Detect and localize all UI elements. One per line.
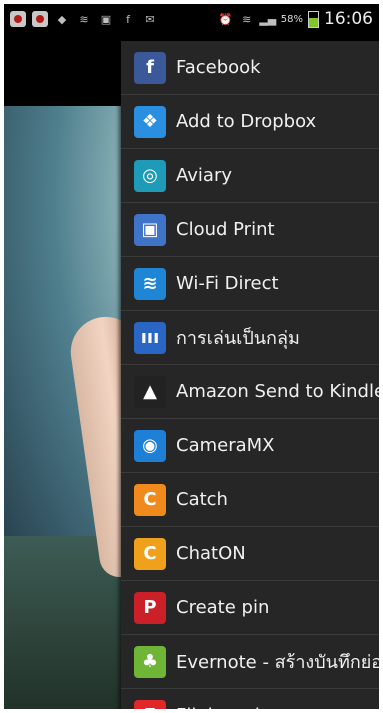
image-icon: ▣	[100, 12, 112, 26]
notification-icons: ◆ ≋ ▣ f ✉	[10, 11, 158, 27]
mail-icon: ✉	[145, 12, 155, 26]
shield-icon: ◆	[57, 12, 67, 26]
share-item-evernote[interactable]: ♣ Evernote - สร้างบันทึกย่อ	[121, 635, 379, 689]
share-item-label: Aviary	[176, 165, 232, 186]
share-item-label: Wi-Fi Direct	[176, 273, 279, 294]
cameramx-icon: ◉	[134, 429, 166, 462]
facebook-notif-icon: f	[126, 12, 130, 26]
share-item-catch[interactable]: C Catch	[121, 473, 379, 527]
share-item-dropbox[interactable]: ❖ Add to Dropbox	[121, 95, 379, 149]
share-item-flipboard[interactable]: F Flipboard	[121, 689, 379, 709]
wifi-icon: ≋	[79, 12, 89, 26]
phone-screen: ◆ ≋ ▣ f ✉ ⏰ ≋ ▂▄ 58% 16:06 f Facebook ❖ Add…	[4, 4, 379, 709]
share-item-aviary[interactable]: ◎ Aviary	[121, 149, 379, 203]
share-item-cloud-print[interactable]: ▣ Cloud Print	[121, 203, 379, 257]
share-item-label: ChatON	[176, 543, 246, 564]
share-item-label: Amazon Send to Kindle	[176, 381, 379, 402]
signal-icon: ▂▄	[259, 12, 277, 26]
share-item-label: การเล่นเป็นกลุ่ม	[176, 328, 300, 349]
share-item-label: Add to Dropbox	[176, 111, 317, 132]
record-icon	[10, 11, 26, 27]
share-item-group-play[interactable]: ııı การเล่นเป็นกลุ่ม	[121, 311, 379, 365]
catch-icon: C	[134, 483, 166, 516]
facebook-icon: f	[134, 51, 166, 84]
share-item-label: Flipboard	[176, 705, 260, 709]
share-item-pinterest[interactable]: P Create pin	[121, 581, 379, 635]
share-item-kindle[interactable]: ▲ Amazon Send to Kindle	[121, 365, 379, 419]
share-item-label: Evernote - สร้างบันทึกย่อ	[176, 652, 379, 673]
share-item-label: Create pin	[176, 597, 270, 618]
share-item-label: Catch	[176, 489, 228, 510]
kindle-icon: ▲	[134, 375, 166, 408]
share-item-wifi-direct[interactable]: ≋ Wi-Fi Direct	[121, 257, 379, 311]
pinterest-icon: P	[134, 591, 166, 624]
group-play-icon: ııı	[134, 321, 166, 354]
dropbox-icon: ❖	[134, 105, 166, 138]
share-menu: f Facebook ❖ Add to Dropbox ◎ Aviary ▣ Cloud Pr…	[121, 41, 379, 709]
share-item-label: Cloud Print	[176, 219, 275, 240]
flipboard-icon: F	[134, 699, 166, 709]
record-icon	[32, 11, 48, 27]
chaton-icon: C	[134, 537, 166, 570]
aviary-icon: ◎	[134, 159, 166, 192]
wifi-signal-icon: ≋	[242, 12, 252, 26]
share-item-label: CameraMX	[176, 435, 275, 456]
battery-percent: 58%	[280, 13, 303, 25]
system-icons: ⏰ ≋ ▂▄ 58% 16:06	[218, 9, 373, 29]
evernote-icon: ♣	[134, 645, 166, 678]
alarm-icon: ⏰	[218, 12, 233, 26]
share-menu-list: f Facebook ❖ Add to Dropbox ◎ Aviary ▣ Cloud Pr…	[121, 41, 379, 709]
clock: 16:06	[324, 9, 373, 29]
status-bar: ◆ ≋ ▣ f ✉ ⏰ ≋ ▂▄ 58% 16:06	[4, 4, 379, 36]
battery-icon	[308, 10, 319, 28]
cloud-print-icon: ▣	[134, 213, 166, 246]
wifi-direct-icon: ≋	[134, 267, 166, 300]
share-item-label: Facebook	[176, 57, 261, 78]
share-item-cameramx[interactable]: ◉ CameraMX	[121, 419, 379, 473]
share-item-facebook[interactable]: f Facebook	[121, 41, 379, 95]
share-item-chaton[interactable]: C ChatON	[121, 527, 379, 581]
